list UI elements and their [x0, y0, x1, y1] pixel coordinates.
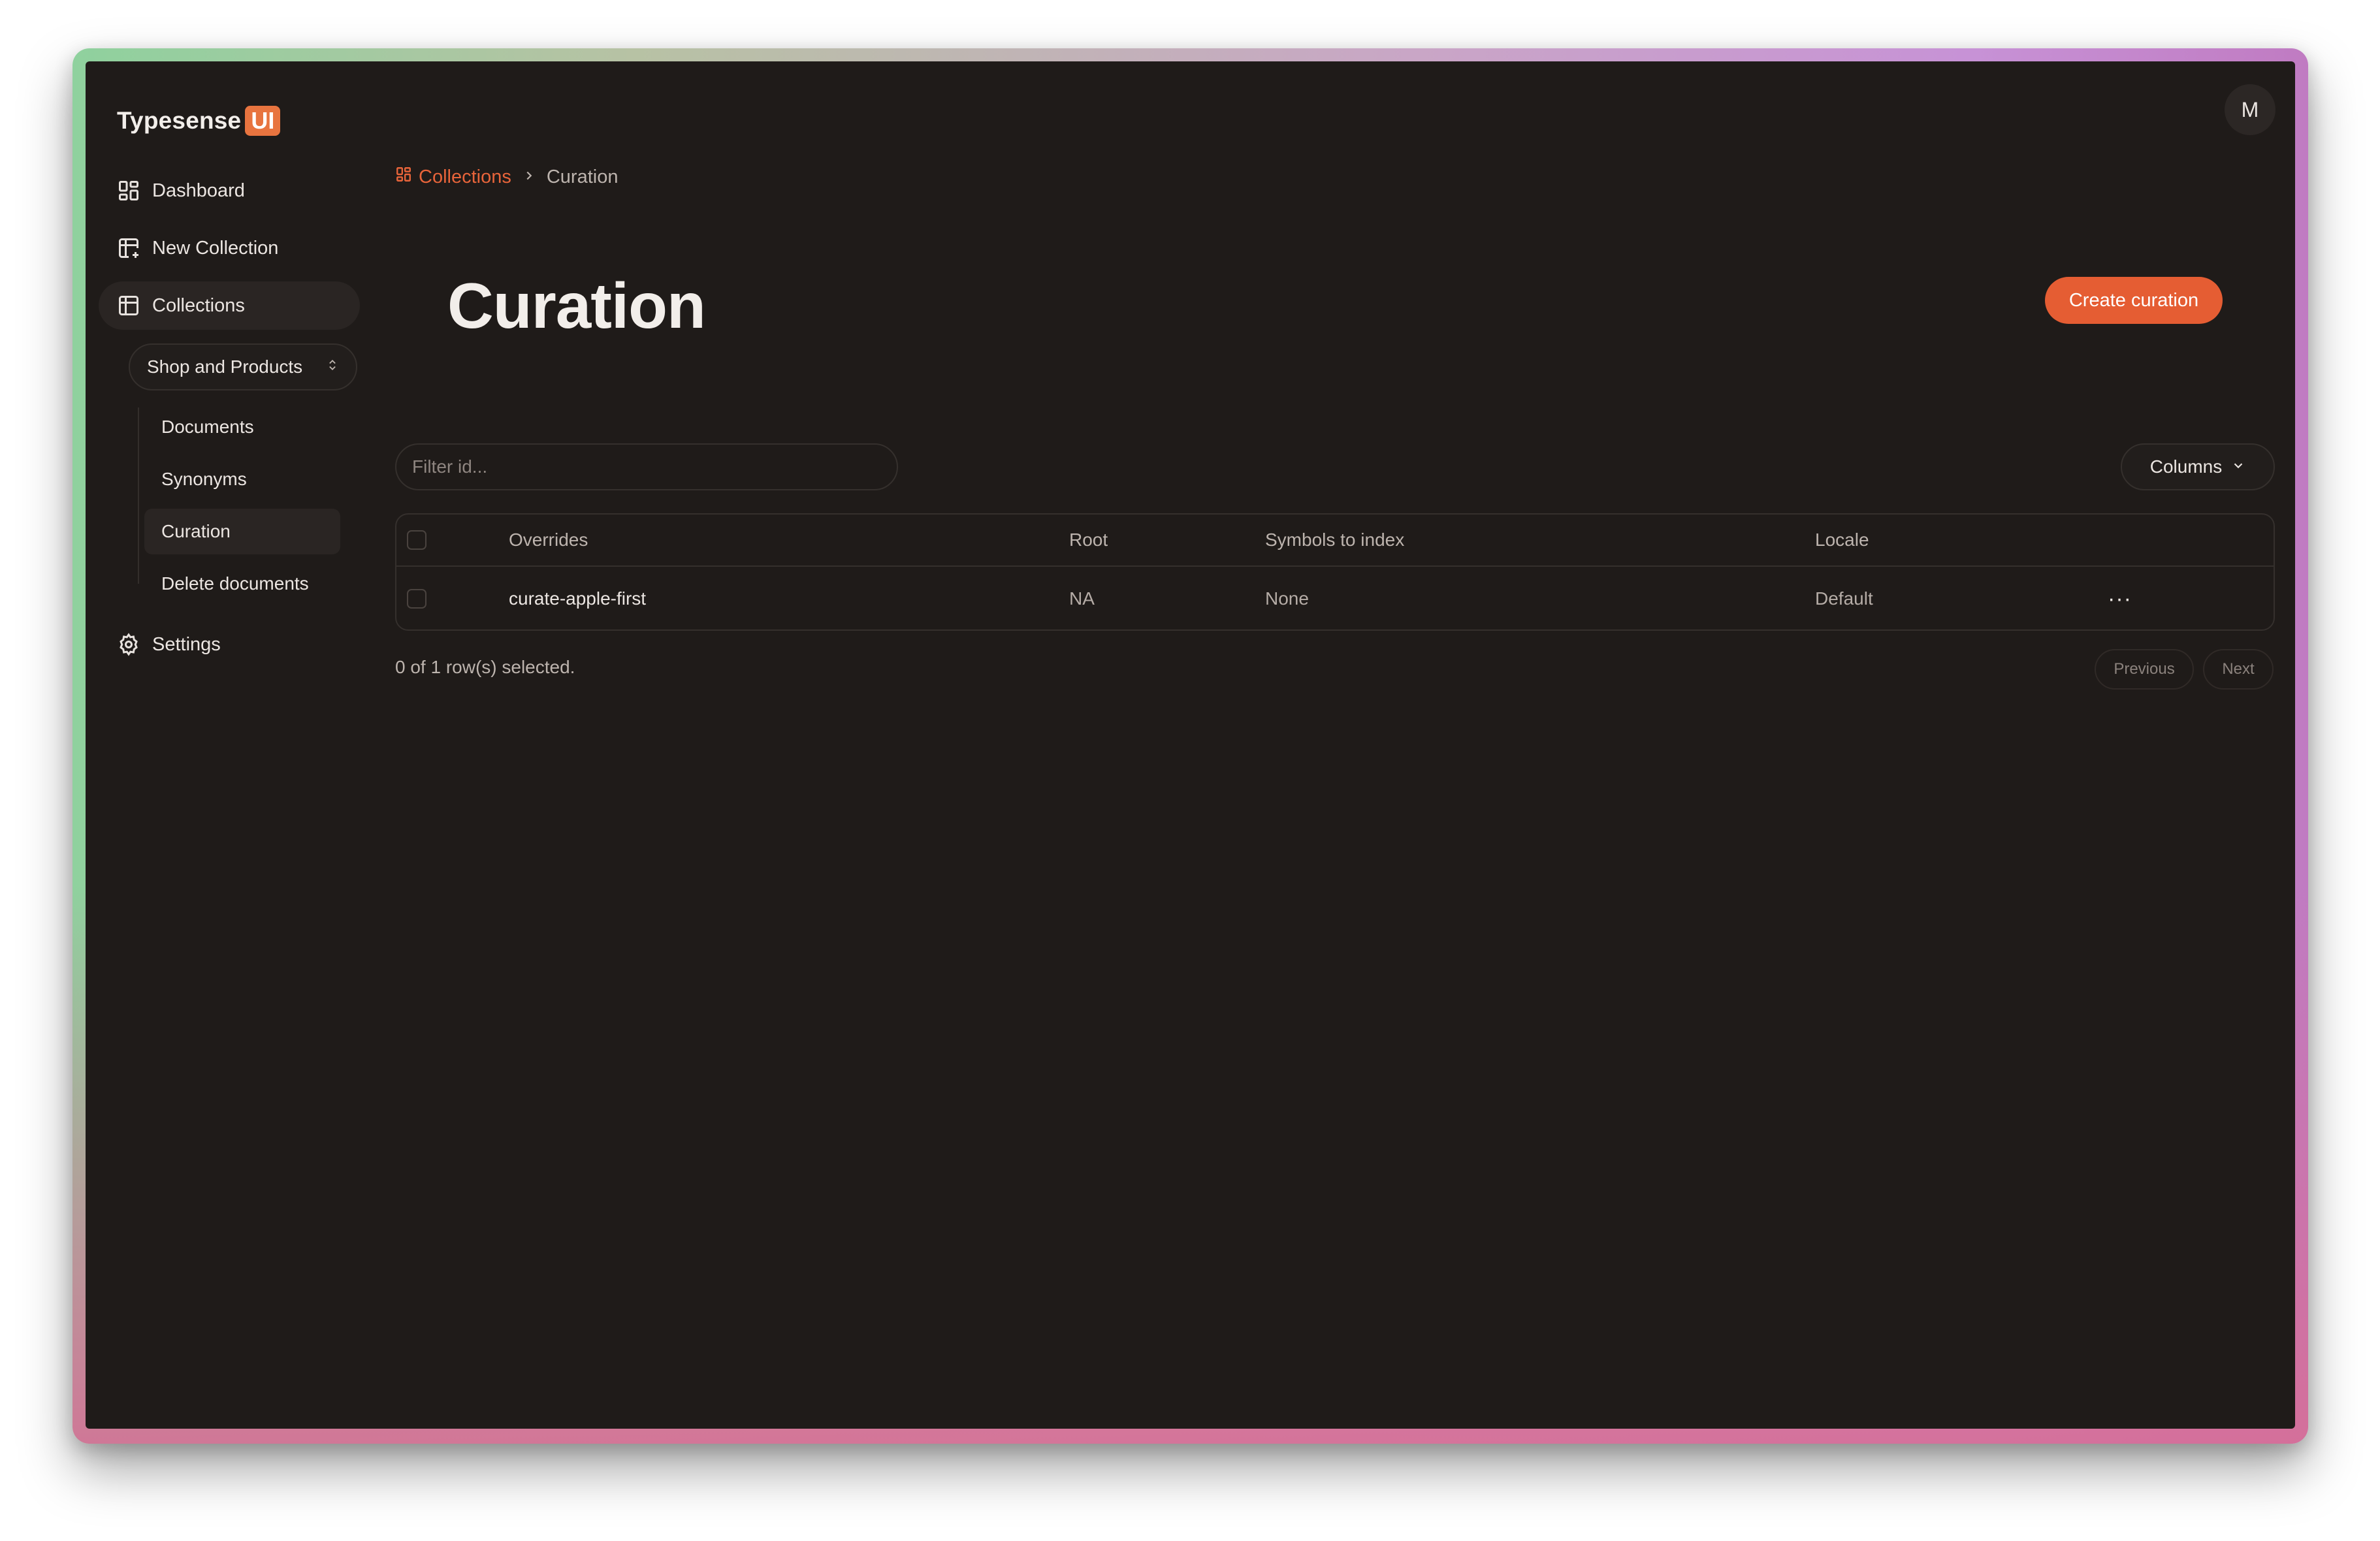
sidebar-item-collections[interactable]: Collections: [99, 281, 360, 330]
column-header-root[interactable]: Root: [1069, 530, 1108, 550]
column-header-symbols[interactable]: Symbols to index: [1265, 530, 1404, 550]
previous-page-button[interactable]: Previous: [2095, 649, 2194, 690]
subnav-item-documents[interactable]: Documents: [144, 404, 340, 450]
dashboard-icon: [395, 166, 412, 188]
breadcrumb: Collections Curation: [395, 166, 618, 188]
row-actions-more-icon[interactable]: ···: [2108, 586, 2132, 612]
selection-status: 0 of 1 row(s) selected.: [395, 657, 575, 677]
breadcrumb-current: Curation: [546, 166, 619, 187]
columns-button-label: Columns: [2149, 456, 2223, 477]
collection-select-value: Shop and Products: [147, 357, 303, 377]
subnav-item-label: Curation: [161, 521, 231, 541]
cell-overrides[interactable]: curate-apple-first: [509, 588, 646, 609]
subnav-item-label: Synonyms: [161, 469, 247, 489]
sidebar-item-label: Collections: [152, 294, 245, 316]
cell-symbols: None: [1265, 588, 1309, 609]
gear-icon: [117, 633, 140, 656]
dashboard-icon: [117, 179, 140, 202]
app-window: Typesense UI M Dashboard New Collection …: [86, 61, 2295, 1429]
brand-name: Typesense: [117, 107, 242, 134]
window-frame: Typesense UI M Dashboard New Collection …: [72, 48, 2308, 1444]
columns-button[interactable]: Columns: [2121, 443, 2275, 490]
cell-root: NA: [1069, 588, 1095, 609]
row-checkbox[interactable]: [407, 589, 426, 609]
chevron-down-icon: [2231, 456, 2245, 477]
breadcrumb-collections-link[interactable]: Collections: [395, 166, 511, 188]
page-title: Curation: [447, 270, 706, 342]
create-curation-button[interactable]: Create curation: [2045, 277, 2223, 324]
brand-badge: UI: [245, 106, 281, 136]
sidebar-item-label: Settings: [152, 633, 221, 655]
table-header-row: Overrides Root Symbols to index Locale: [396, 515, 2274, 567]
cell-locale: Default: [1815, 588, 1873, 609]
subnav-item-label: Delete documents: [161, 573, 309, 594]
column-header-overrides[interactable]: Overrides: [509, 530, 588, 550]
filter-input[interactable]: [395, 443, 898, 490]
table-row[interactable]: curate-apple-first NA None Default ···: [396, 567, 2274, 629]
user-avatar[interactable]: M: [2225, 84, 2275, 135]
collection-select[interactable]: Shop and Products: [129, 343, 357, 390]
sidebar-item-label: New Collection: [152, 237, 279, 259]
avatar-initial: M: [2241, 97, 2259, 121]
breadcrumb-link-label: Collections: [419, 166, 511, 187]
sidebar-item-settings[interactable]: Settings: [99, 620, 239, 669]
next-page-button[interactable]: Next: [2203, 649, 2274, 690]
subnav-item-delete-documents[interactable]: Delete documents: [144, 561, 340, 607]
chevron-up-down-icon: [326, 357, 339, 378]
subnav-item-synonyms[interactable]: Synonyms: [144, 456, 340, 502]
sidebar-item-label: Dashboard: [152, 180, 245, 201]
subnav-divider: [138, 407, 139, 584]
table-plus-icon: [117, 236, 140, 260]
table-icon: [117, 294, 140, 317]
subnav-item-curation[interactable]: Curation: [144, 509, 340, 554]
sidebar-item-new-collection[interactable]: New Collection: [99, 224, 297, 272]
brand-logo[interactable]: Typesense UI: [117, 106, 281, 136]
chevron-right-icon: [522, 167, 536, 187]
sidebar-item-dashboard[interactable]: Dashboard: [99, 167, 263, 215]
column-header-locale[interactable]: Locale: [1815, 530, 1869, 550]
subnav-item-label: Documents: [161, 417, 254, 437]
select-all-checkbox[interactable]: [407, 530, 426, 550]
curation-table: Overrides Root Symbols to index Locale c…: [395, 513, 2275, 631]
